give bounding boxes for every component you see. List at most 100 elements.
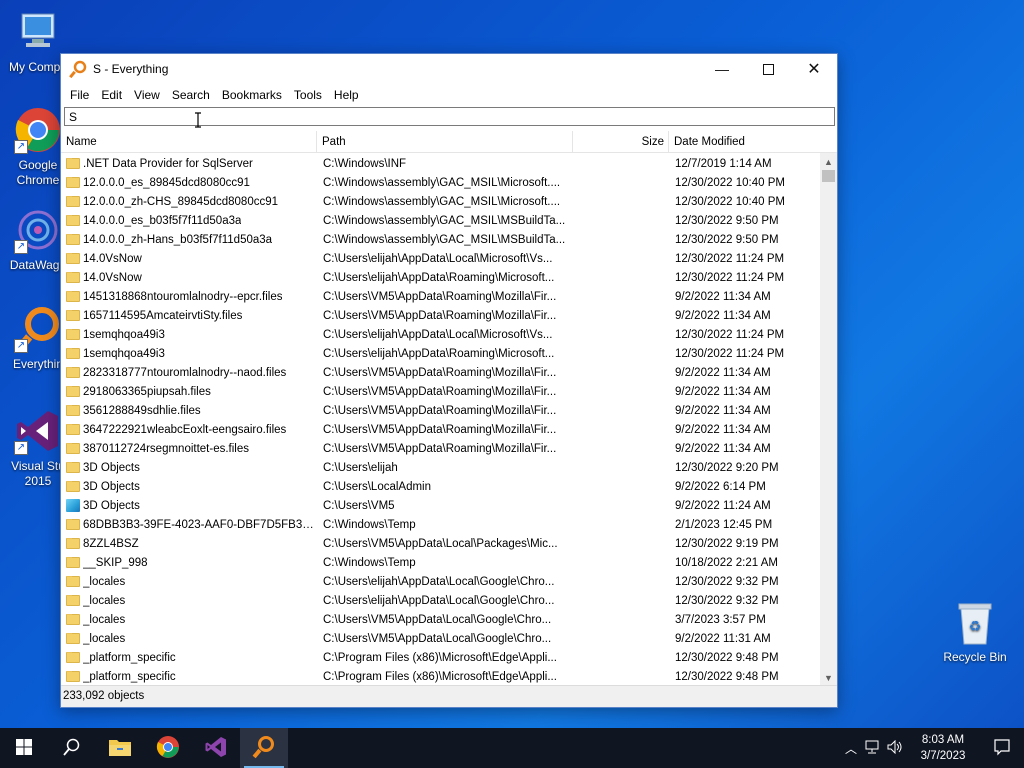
date-modified-cell: 9/2/2022 6:14 PM bbox=[675, 480, 766, 493]
column-header-path[interactable]: Path bbox=[317, 131, 573, 153]
menu-search[interactable]: Search bbox=[166, 88, 216, 102]
path-cell: C:\Users\elijah\AppData\Roaming\Microsof… bbox=[323, 347, 555, 360]
taskbar-visual-studio[interactable] bbox=[192, 728, 240, 768]
name-cell: 1semqhqoa49i3 bbox=[61, 328, 317, 341]
name-cell: 3870112724rsegmnoittet-es.files bbox=[61, 442, 317, 455]
folder-icon bbox=[66, 480, 80, 492]
table-row[interactable]: 2823318777ntouromlalnodry--naod.files C:\… bbox=[61, 363, 821, 382]
name-cell: _platform_specific bbox=[61, 670, 317, 683]
file-name: 8ZZL4BSZ bbox=[83, 537, 139, 550]
title-bar[interactable]: S - Everything — ✕ bbox=[61, 54, 837, 84]
table-row[interactable]: 14.0VsNow C:\Users\elijah\AppData\Roaming… bbox=[61, 268, 821, 287]
table-row[interactable]: _platform_specific C:\Program Files (x86)… bbox=[61, 648, 821, 667]
date-modified-cell: 12/7/2019 1:14 AM bbox=[675, 157, 772, 170]
table-row[interactable]: 1657114595AmcateirvtiSty.files C:\Users\V… bbox=[61, 306, 821, 325]
table-row[interactable]: 3D Objects C:\Users\VM5 9/2/2022 11:24 AM bbox=[61, 496, 821, 515]
table-row[interactable]: 68DBB3B3-39FE-4023-AAF0-DBF7D5FB38D... C:… bbox=[61, 515, 821, 534]
name-cell: 1657114595AmcateirvtiSty.files bbox=[61, 309, 317, 322]
table-row[interactable]: 1semqhqoa49i3 C:\Users\elijah\AppData\Loc… bbox=[61, 325, 821, 344]
chrome-icon bbox=[156, 735, 180, 762]
menu-file[interactable]: File bbox=[64, 88, 95, 102]
scroll-down-button[interactable]: ▼ bbox=[820, 669, 837, 686]
table-row[interactable]: 3647222921wleabcEoxlt-eengsairo.files C:\… bbox=[61, 420, 821, 439]
menu-help[interactable]: Help bbox=[328, 88, 365, 102]
show-hidden-icons-button[interactable]: ︿ bbox=[840, 728, 862, 768]
folder-icon bbox=[66, 252, 80, 264]
column-header-size[interactable]: Size bbox=[573, 131, 669, 153]
table-row[interactable]: 2918063365piupsah.files C:\Users\VM5\AppD… bbox=[61, 382, 821, 401]
table-row[interactable]: 12.0.0.0_es_89845dcd8080cc91 C:\Windows\a… bbox=[61, 173, 821, 192]
file-name: 3D Objects bbox=[83, 480, 140, 493]
start-button[interactable] bbox=[0, 728, 48, 768]
menu-tools[interactable]: Tools bbox=[288, 88, 328, 102]
table-row[interactable]: __SKIP_998 C:\Windows\Temp 10/18/2022 2:21… bbox=[61, 553, 821, 572]
close-button[interactable]: ✕ bbox=[791, 54, 837, 84]
table-row[interactable]: _locales C:\Users\elijah\AppData\Local\Go… bbox=[61, 591, 821, 610]
path-cell: C:\Program Files (x86)\Microsoft\Edge\Ap… bbox=[323, 651, 557, 664]
scroll-up-button[interactable]: ▲ bbox=[820, 153, 837, 170]
minimize-button[interactable]: — bbox=[699, 54, 745, 84]
table-row[interactable]: 3561288849sdhlie.files C:\Users\VM5\AppDa… bbox=[61, 401, 821, 420]
vertical-scrollbar[interactable]: ▲ ▼ bbox=[820, 153, 837, 686]
table-row[interactable]: _platform_specific C:\Program Files (x86)… bbox=[61, 667, 821, 686]
folder-icon bbox=[66, 176, 80, 188]
date-modified-cell: 9/2/2022 11:34 AM bbox=[675, 385, 771, 398]
table-row[interactable]: 14.0.0.0_zh-Hans_b03f5f7f11d50a3a C:\Wind… bbox=[61, 230, 821, 249]
menu-bookmarks[interactable]: Bookmarks bbox=[216, 88, 288, 102]
search-box[interactable] bbox=[64, 107, 835, 126]
folder-icon bbox=[66, 461, 80, 473]
network-button[interactable] bbox=[862, 728, 884, 768]
search-input[interactable] bbox=[65, 108, 834, 125]
table-row[interactable]: 8ZZL4BSZ C:\Users\VM5\AppData\Local\Packa… bbox=[61, 534, 821, 553]
date-modified-cell: 12/30/2022 9:32 PM bbox=[675, 594, 779, 607]
file-name: _platform_specific bbox=[83, 670, 176, 683]
taskbar-chrome[interactable] bbox=[144, 728, 192, 768]
name-cell: 12.0.0.0_zh-CHS_89845dcd8080cc91 bbox=[61, 195, 317, 208]
table-row[interactable]: .NET Data Provider for SqlServer C:\Windo… bbox=[61, 154, 821, 173]
folder-icon bbox=[66, 214, 80, 226]
table-row[interactable]: 3D Objects C:\Users\elijah 12/30/2022 9:20… bbox=[61, 458, 821, 477]
table-row[interactable]: 14.0VsNow C:\Users\elijah\AppData\Local\M… bbox=[61, 249, 821, 268]
table-row[interactable]: _locales C:\Users\VM5\AppData\Local\Googl… bbox=[61, 610, 821, 629]
folder-icon bbox=[66, 233, 80, 245]
menu-view[interactable]: View bbox=[128, 88, 166, 102]
date-modified-cell: 12/30/2022 9:50 PM bbox=[675, 214, 779, 227]
scroll-down-icon: ▼ bbox=[824, 672, 833, 683]
table-row[interactable]: _locales C:\Users\elijah\AppData\Local\Go… bbox=[61, 572, 821, 591]
table-row[interactable]: 1451318868ntouromlalnodry--epcr.files C:\… bbox=[61, 287, 821, 306]
volume-button[interactable] bbox=[884, 728, 906, 768]
path-cell: C:\Users\VM5\AppData\Roaming\Mozilla\Fir… bbox=[323, 366, 557, 379]
scroll-thumb[interactable] bbox=[822, 170, 835, 182]
column-header-name[interactable]: Name bbox=[61, 131, 317, 153]
file-name: 3D Objects bbox=[83, 499, 140, 512]
menu-edit[interactable]: Edit bbox=[95, 88, 128, 102]
everything-window: S - Everything — ✕ File Edit View Search… bbox=[60, 53, 838, 708]
file-name: 14.0VsNow bbox=[83, 252, 142, 265]
file-name: 3561288849sdhlie.files bbox=[83, 404, 201, 417]
name-cell: 14.0VsNow bbox=[61, 252, 317, 265]
taskbar-everything[interactable] bbox=[240, 728, 288, 768]
name-cell: 14.0.0.0_es_b03f5f7f11d50a3a bbox=[61, 214, 317, 227]
taskbar-search-button[interactable] bbox=[48, 728, 96, 768]
action-center-button[interactable] bbox=[980, 728, 1024, 768]
clock-time: 8:03 AM bbox=[921, 734, 965, 746]
folder-icon bbox=[66, 537, 80, 549]
table-row[interactable]: 3870112724rsegmnoittet-es.files C:\Users\… bbox=[61, 439, 821, 458]
column-header-date-modified[interactable]: Date Modified bbox=[669, 131, 819, 153]
name-cell: .NET Data Provider for SqlServer bbox=[61, 157, 317, 170]
date-modified-cell: 9/2/2022 11:34 AM bbox=[675, 442, 771, 455]
table-row[interactable]: 14.0.0.0_es_b03f5f7f11d50a3a C:\Windows\a… bbox=[61, 211, 821, 230]
date-modified-cell: 3/7/2023 3:57 PM bbox=[675, 613, 766, 626]
maximize-icon bbox=[762, 63, 774, 75]
table-row[interactable]: _locales C:\Users\VM5\AppData\Local\Googl… bbox=[61, 629, 821, 648]
date-modified-cell: 12/30/2022 11:24 PM bbox=[675, 252, 785, 265]
table-row[interactable]: 1semqhqoa49i3 C:\Users\elijah\AppData\Roa… bbox=[61, 344, 821, 363]
clock[interactable]: 8:03 AM 3/7/2023 bbox=[906, 732, 980, 764]
speaker-icon bbox=[887, 739, 903, 757]
table-row[interactable]: 3D Objects C:\Users\LocalAdmin 9/2/2022 6:… bbox=[61, 477, 821, 496]
desktop-icon-recycle-bin[interactable]: ♻ Recycle Bin bbox=[940, 600, 1010, 664]
taskbar-file-explorer[interactable] bbox=[96, 728, 144, 768]
table-row[interactable]: 12.0.0.0_zh-CHS_89845dcd8080cc91 C:\Windo… bbox=[61, 192, 821, 211]
file-name: 14.0VsNow bbox=[83, 271, 142, 284]
maximize-button[interactable] bbox=[745, 54, 791, 84]
